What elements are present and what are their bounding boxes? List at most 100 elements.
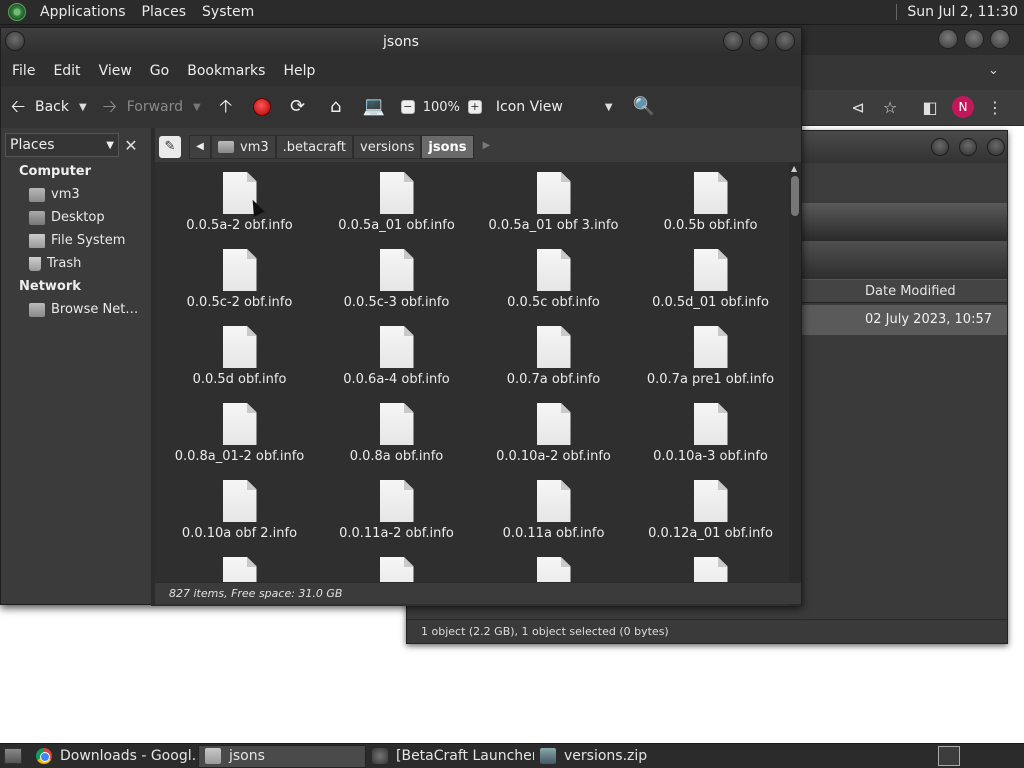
breadcrumb-versions[interactable]: versions: [353, 135, 422, 159]
fm-maximize-button[interactable]: [749, 31, 769, 51]
tab-search-chevron-icon[interactable]: ⌄: [988, 63, 999, 78]
stop-button[interactable]: [245, 91, 279, 123]
show-desktop-icon[interactable]: [4, 748, 22, 764]
archive-close-button[interactable]: [987, 138, 1005, 156]
zoom-level: 100%: [422, 99, 460, 115]
vertical-scrollbar[interactable]: ▲ ▼: [789, 162, 801, 606]
menu-system[interactable]: System: [194, 4, 262, 20]
chrome-icon: [36, 748, 52, 764]
file-item[interactable]: 0.0.5c obf.info: [475, 243, 632, 320]
document-icon: [536, 403, 571, 445]
close-button[interactable]: [990, 29, 1010, 49]
view-mode-chevron-icon: ▼: [604, 101, 613, 113]
file-item[interactable]: 0.0.7a pre1 obf.info: [632, 320, 789, 397]
path-scroll-left-icon[interactable]: ◀: [189, 135, 211, 159]
file-item[interactable]: 0.0.12a_01 obf.info: [632, 474, 789, 551]
back-label: Back: [35, 99, 69, 115]
file-item[interactable]: 0.0.5d_01 obf.info: [632, 243, 789, 320]
share-icon[interactable]: ⊲: [848, 98, 868, 118]
menu-edit[interactable]: Edit: [44, 63, 89, 79]
breadcrumb-vm3[interactable]: vm3: [211, 135, 276, 159]
fm-close-button[interactable]: [775, 31, 795, 51]
file-item[interactable]: 0.0.5a_01 obf.info: [318, 166, 475, 243]
back-history-chevron-icon[interactable]: ▼: [79, 102, 87, 113]
forward-button[interactable]: 🡢 Forward ▼: [93, 91, 207, 123]
fm-statusbar: 827 items, Free space: 31.0 GB: [155, 582, 801, 604]
menu-places[interactable]: Places: [134, 4, 195, 20]
file-item[interactable]: 0.0.5d obf.info: [161, 320, 318, 397]
file-item[interactable]: 0.0.5c-3 obf.info: [318, 243, 475, 320]
view-mode-label: Icon View: [495, 99, 563, 115]
search-button[interactable]: 🔍: [619, 91, 669, 123]
fm-minimize-button[interactable]: [723, 31, 743, 51]
computer-button[interactable]: 💻: [355, 91, 393, 123]
column-date-modified[interactable]: Date Modified: [865, 284, 956, 299]
sidebar-item-browse-network[interactable]: Browse Net…: [5, 298, 151, 321]
sidebar-item-desktop[interactable]: Desktop: [5, 206, 151, 229]
menu-help[interactable]: Help: [274, 63, 324, 79]
task-betacraft[interactable]: [BetaCraft Launcher…: [366, 745, 534, 768]
sidebar-header: Places ▼ ✕: [5, 132, 149, 158]
file-item[interactable]: 0.0.8a_01-2 obf.info: [161, 397, 318, 474]
bookmark-star-icon[interactable]: ☆: [880, 98, 900, 118]
workspace-switcher[interactable]: [938, 746, 960, 766]
home-button[interactable]: ⌂: [317, 91, 355, 123]
document-icon: [222, 480, 257, 522]
file-item[interactable]: 0.0.5b obf.info: [632, 166, 789, 243]
task-browser[interactable]: Downloads - Googl…: [30, 745, 198, 768]
file-item[interactable]: 0.0.10a-2 obf.info: [475, 397, 632, 474]
task-file-manager[interactable]: jsons: [198, 744, 366, 768]
browser-menu-icon[interactable]: ⋮: [985, 98, 1005, 118]
scrollbar-thumb[interactable]: [791, 176, 799, 216]
file-name: 0.0.12a_01 obf.info: [648, 526, 773, 541]
file-item[interactable]: 0.0.5a_01 obf 3.info: [475, 166, 632, 243]
forward-history-chevron-icon[interactable]: ▼: [193, 102, 201, 113]
file-item[interactable]: 0.0.10a obf 2.info: [161, 474, 318, 551]
view-mode-select[interactable]: Icon View ▼: [490, 91, 619, 123]
file-item[interactable]: 0.0.10a-3 obf.info: [632, 397, 789, 474]
edit-location-icon[interactable]: ✎: [159, 136, 181, 158]
sidebar-item-filesystem[interactable]: File System: [5, 229, 151, 252]
file-item[interactable]: 0.0.11a-2 obf.info: [318, 474, 475, 551]
status-text: 827 items, Free space: 31.0 GB: [169, 587, 343, 600]
file-item[interactable]: 0.0.5a-2 obf.info: [161, 166, 318, 243]
side-panel-icon[interactable]: ◧: [920, 98, 940, 118]
file-item[interactable]: 0.0.8a obf.info: [318, 397, 475, 474]
mate-logo-icon[interactable]: [8, 3, 26, 21]
breadcrumb-betacraft[interactable]: .betacraft: [275, 135, 353, 159]
menu-view[interactable]: View: [90, 63, 141, 79]
reload-button[interactable]: ⟳: [279, 91, 317, 123]
breadcrumb-jsons[interactable]: jsons: [421, 135, 474, 159]
file-item[interactable]: 0.0.7a obf.info: [475, 320, 632, 397]
maximize-button[interactable]: [964, 29, 984, 49]
sidebar-item-trash[interactable]: Trash: [5, 252, 151, 275]
profile-avatar[interactable]: N: [952, 96, 974, 118]
task-archive[interactable]: versions.zip: [534, 745, 702, 768]
menu-applications[interactable]: Applications: [32, 4, 134, 20]
archive-minimize-button[interactable]: [931, 138, 949, 156]
scroll-up-icon[interactable]: ▲: [791, 164, 797, 173]
menu-bookmarks[interactable]: Bookmarks: [178, 63, 274, 79]
close-sidebar-icon[interactable]: ✕: [119, 136, 143, 155]
file-item[interactable]: 0.0.5c-2 obf.info: [161, 243, 318, 320]
top-panel: Applications Places System Sun Jul 2, 11…: [0, 0, 1024, 25]
zoom-in-icon[interactable]: +: [467, 100, 482, 114]
icon-view[interactable]: 0.0.5a-2 obf.info 0.0.5a_01 obf.info 0.0.5…: [155, 162, 789, 606]
path-scroll-right-icon[interactable]: ▶: [476, 135, 498, 159]
file-name: 0.0.10a obf 2.info: [181, 526, 298, 541]
sidebar-type-select[interactable]: Places ▼: [5, 133, 119, 157]
back-button[interactable]: 🡠 Back ▼: [1, 91, 93, 123]
archive-maximize-button[interactable]: [959, 138, 977, 156]
menu-file[interactable]: File: [3, 63, 44, 79]
up-button[interactable]: 🡡: [207, 91, 245, 123]
zoom-out-icon[interactable]: −: [400, 100, 415, 114]
menu-go[interactable]: Go: [141, 63, 178, 79]
file-item[interactable]: 0.0.11a obf.info: [475, 474, 632, 551]
minimize-button[interactable]: [938, 29, 958, 49]
file-item[interactable]: 0.0.6a-4 obf.info: [318, 320, 475, 397]
clock[interactable]: Sun Jul 2, 11:30: [907, 4, 1018, 20]
sidebar-item-label: Trash: [47, 256, 82, 271]
sidebar-item-vm3[interactable]: vm3: [5, 183, 151, 206]
java-icon: [372, 748, 388, 764]
fm-titlebar[interactable]: jsons: [1, 28, 801, 56]
